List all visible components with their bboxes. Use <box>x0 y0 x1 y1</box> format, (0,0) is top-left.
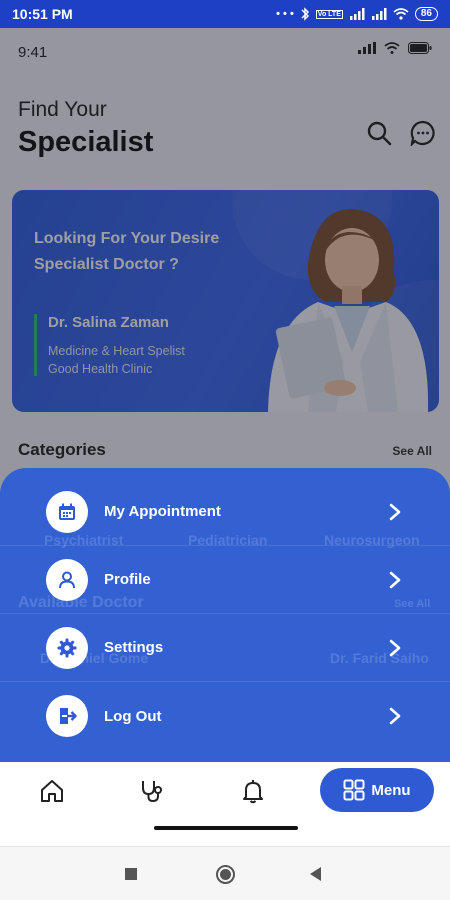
logout-icon-circle <box>46 695 88 737</box>
calendar-icon <box>59 503 75 520</box>
gear-icon <box>57 638 77 657</box>
home-icon[interactable] <box>39 778 65 804</box>
user-icon-circle <box>46 558 88 601</box>
chevron-right-icon <box>389 639 401 656</box>
home-button[interactable] <box>216 865 235 884</box>
bottom-navigation: Menu <box>0 762 450 846</box>
logout-icon <box>60 708 77 724</box>
menu-item-profile[interactable]: Profile <box>0 546 450 614</box>
system-time: 10:51 PM <box>12 6 73 22</box>
menu-item-log-out[interactable]: Log Out <box>0 682 450 750</box>
chevron-right-icon <box>389 571 401 588</box>
system-status-icons: • • • Vo LTE 86 <box>276 7 438 21</box>
menu-item-label: Settings <box>104 639 164 656</box>
chevron-right-icon <box>389 503 401 520</box>
recent-apps-button[interactable] <box>125 868 137 880</box>
chevron-right-icon <box>389 707 401 725</box>
menu-item-settings[interactable]: Settings <box>0 614 450 682</box>
battery-indicator: 86 <box>414 7 438 21</box>
grid-icon <box>343 779 365 801</box>
system-status-bar: 10:51 PM • • • Vo LTE 86 <box>0 0 450 28</box>
user-icon <box>59 571 75 588</box>
menu-item-label: Log Out <box>104 707 162 725</box>
bluetooth-icon <box>301 7 309 21</box>
menu-item-label: Profile <box>104 571 151 588</box>
menu-button[interactable]: Menu <box>320 768 434 812</box>
home-indicator <box>154 826 298 830</box>
back-button[interactable] <box>310 867 321 881</box>
menu-item-my-appointment[interactable]: My Appointment <box>0 478 450 546</box>
menu-item-label: My Appointment <box>104 503 221 520</box>
wifi-icon <box>393 8 409 20</box>
gear-icon-circle <box>46 626 88 669</box>
volte-badge: Vo LTE <box>315 9 343 19</box>
menu-sheet: Psychiatrist Pediatrician Neurosurgeon A… <box>0 468 450 762</box>
signal-2-icon <box>371 8 387 20</box>
system-navigation-bar <box>0 846 450 900</box>
signal-icon <box>349 8 365 20</box>
menu-button-label: Menu <box>371 781 411 799</box>
notification-dots-icon: • • • <box>276 8 294 20</box>
calendar-icon-circle <box>46 490 88 533</box>
bell-icon[interactable] <box>240 778 266 804</box>
stethoscope-icon[interactable] <box>139 778 165 804</box>
